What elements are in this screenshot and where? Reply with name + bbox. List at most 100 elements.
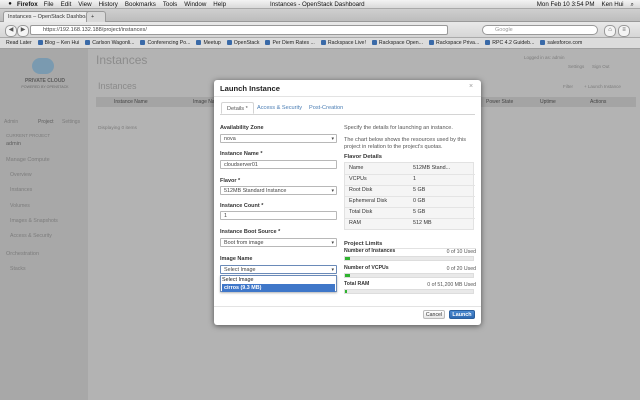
help-text: Specify the details for launching an ins… <box>344 125 453 131</box>
bookmark-item[interactable]: Conferencing Po... <box>140 40 190 46</box>
limit-label: Number of Instances <box>344 248 396 254</box>
cloud-icon <box>32 58 54 74</box>
limit-usage: 0 of 20 Used <box>446 266 476 272</box>
instance-count-label: Instance Count * <box>220 203 264 209</box>
launch-instance-button[interactable]: + Launch Instance <box>584 84 621 89</box>
menu-tools[interactable]: Tools <box>163 1 177 8</box>
availability-zone-select[interactable]: nova <box>220 134 337 143</box>
logo-line1: PRIVATE CLOUD <box>24 78 66 84</box>
tab-access-security[interactable]: Access & Security <box>252 102 307 114</box>
rackspace-logo: PRIVATE CLOUD POWERED BY OPENSTACK <box>10 58 80 96</box>
bookmarks-bar: Read Later Blog – Ken Hui Carlson Wagonl… <box>0 38 640 49</box>
image-option-selected[interactable]: cirros (9.3 MB) <box>222 284 335 292</box>
launch-button[interactable]: Launch <box>449 310 475 319</box>
user-menu[interactable]: Ken Hui <box>602 1 624 9</box>
apple-icon[interactable]: ● <box>6 1 14 7</box>
limit-label: Total RAM <box>344 281 370 287</box>
column-header: Instance Name <box>114 99 148 105</box>
dashboard-sidebar <box>0 49 88 400</box>
close-icon[interactable]: × <box>469 83 473 90</box>
quota-bar-fill <box>345 257 350 260</box>
home-icon[interactable]: ⌂ <box>604 25 616 37</box>
boot-source-select[interactable]: Boot from image <box>220 238 337 247</box>
settings-link[interactable]: Settings <box>568 64 584 69</box>
modal-title: Launch Instance <box>220 84 280 93</box>
sidebar-tab-settings[interactable]: Settings <box>62 119 80 125</box>
bookmark-item[interactable]: Carlson Wagonli... <box>85 40 134 46</box>
logo-line2: POWERED BY OPENSTACK <box>21 85 69 89</box>
bookmark-item[interactable]: Per Diem Rates ... <box>265 40 315 46</box>
bookmark-item[interactable]: OpenStack <box>226 40 259 46</box>
divider <box>214 306 481 307</box>
nav-images[interactable]: Images & Snapshots <box>10 218 58 224</box>
bookmark-item[interactable]: Blog – Ken Hui <box>37 40 79 46</box>
forward-icon[interactable]: ▶ <box>17 25 29 37</box>
clock[interactable]: Mon Feb 10 3:54 PM <box>537 1 595 9</box>
menu-icon[interactable]: ≡ <box>618 25 630 37</box>
menu-bookmarks[interactable]: Bookmarks <box>125 1 156 8</box>
project-name[interactable]: admin <box>6 141 21 147</box>
back-icon[interactable]: ◀ <box>5 25 17 37</box>
limit-label: Number of VCPUs <box>344 265 389 271</box>
favicon-icon <box>320 40 326 45</box>
bookmark-item[interactable]: Rackspace Live! <box>320 40 366 46</box>
bookmark-item[interactable]: Read Later <box>6 40 32 46</box>
bookmark-item[interactable]: salesforce.com <box>540 40 582 46</box>
tab-details[interactable]: Details * <box>221 102 254 114</box>
instance-name-input[interactable]: cloudserver01 <box>220 160 337 169</box>
section-title: Instances <box>98 81 137 91</box>
instance-count-input[interactable]: 1 <box>220 211 337 220</box>
favicon-icon <box>85 40 91 45</box>
launch-instance-modal: Launch Instance × Details * Access & Sec… <box>214 80 481 325</box>
divider <box>214 96 481 97</box>
image-option[interactable]: Select Image <box>222 277 253 283</box>
bookmark-item[interactable]: Rackspace Priva... <box>429 40 479 46</box>
flavor-select[interactable]: 512MB Standard Instance <box>220 186 337 195</box>
limit-usage: 0 of 51,200 MB Used <box>427 282 476 288</box>
help-text: The chart below shows the resources used… <box>344 137 466 150</box>
app-menu[interactable]: Firefox <box>17 1 38 8</box>
menu-view[interactable]: View <box>78 1 91 8</box>
flavor-label: Flavor * <box>220 178 241 184</box>
quota-bar <box>344 289 474 294</box>
filter-button[interactable]: Filter <box>563 84 573 89</box>
window-title: Instances - OpenStack Dashboard <box>270 1 365 8</box>
quota-bar <box>344 256 474 261</box>
availability-zone-label: Availability Zone <box>220 125 264 131</box>
divider <box>220 114 475 115</box>
menu-file[interactable]: File <box>44 1 54 8</box>
bookmark-item[interactable]: RPC 4.2 Guideb... <box>485 40 534 46</box>
nav-volumes[interactable]: Volumes <box>10 203 30 209</box>
sidebar-tab-admin[interactable]: Admin <box>4 119 18 125</box>
quota-bar <box>344 273 474 278</box>
menu-edit[interactable]: Edit <box>61 1 72 8</box>
favicon-icon <box>226 40 232 45</box>
nav-stacks[interactable]: Stacks <box>10 266 26 272</box>
spotlight-icon[interactable]: ⌕ <box>631 1 634 9</box>
bookmark-item[interactable]: Rackspace Open... <box>371 40 423 46</box>
search-input[interactable]: Google <box>482 25 598 35</box>
image-dropdown-list: Select Image cirros (9.3 MB) <box>220 275 337 292</box>
tab-post-creation[interactable]: Post-Creation <box>304 102 348 114</box>
url-bar[interactable]: https://192.168.132.188/project/instance… <box>30 25 448 35</box>
instance-name-label: Instance Name * <box>220 151 263 157</box>
image-name-select[interactable]: Select Image <box>220 265 337 274</box>
favicon-icon <box>371 40 377 45</box>
image-name-label: Image Name <box>220 256 253 262</box>
mac-menu-bar: ● Firefox File Edit View History Bookmar… <box>0 0 640 9</box>
bookmark-item[interactable]: Meetup <box>196 40 221 46</box>
sidebar-tab-project[interactable]: Project <box>38 119 54 125</box>
nav-overview[interactable]: Overview <box>10 172 32 178</box>
sign-out-link[interactable]: Sign Out <box>592 64 610 69</box>
cancel-button[interactable]: Cancel <box>423 310 445 319</box>
table-footer: Displaying 0 items <box>98 126 137 131</box>
nav-access-security[interactable]: Access & Security <box>10 233 52 239</box>
favicon-icon <box>196 40 202 45</box>
column-header: Actions <box>590 99 607 105</box>
tab-strip: Instances – OpenStack Dashboa... + <box>0 9 640 23</box>
menu-history[interactable]: History <box>99 1 118 8</box>
nav-instances[interactable]: Instances <box>10 187 32 193</box>
favicon-icon <box>37 40 43 45</box>
menu-window[interactable]: Window <box>184 1 206 8</box>
menu-help[interactable]: Help <box>213 1 226 8</box>
